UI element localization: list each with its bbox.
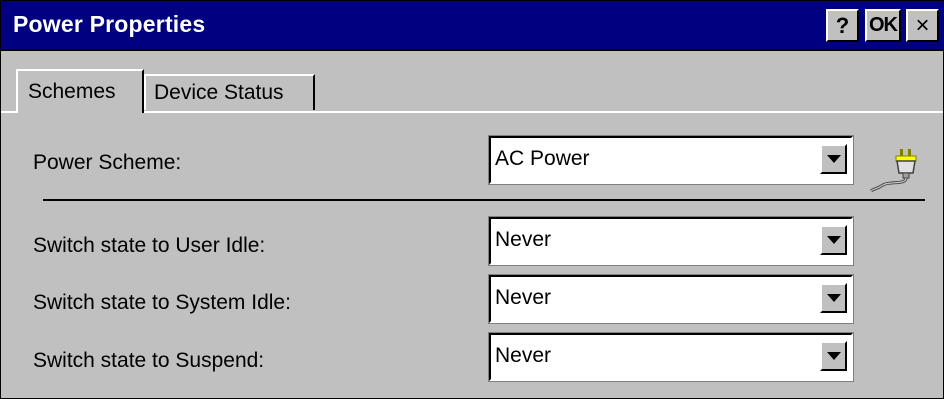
user-idle-label: Switch state to User Idle: [33,234,266,257]
chevron-down-icon[interactable] [820,225,847,255]
power-scheme-value: AC Power [495,147,590,170]
suspend-value: Never [495,344,552,367]
user-idle-dropdown[interactable]: Never [488,216,854,266]
system-idle-value: Never [495,286,552,309]
chevron-down-icon[interactable] [820,144,847,174]
title-bar[interactable]: Power Properties ? OK × [1,1,943,51]
help-button[interactable]: ? [826,9,859,42]
system-idle-dropdown[interactable]: Never [488,274,854,324]
tab-label: Device Status [154,81,284,104]
suspend-dropdown[interactable]: Never [488,332,854,382]
suspend-label: Switch state to Suspend: [33,349,265,372]
power-scheme-dropdown[interactable]: AC Power [488,135,854,185]
ok-button[interactable]: OK [865,9,901,42]
power-scheme-label: Power Scheme: [33,151,182,174]
chevron-down-icon[interactable] [820,283,847,313]
tab-label: Schemes [28,80,116,103]
separator [43,199,925,201]
close-button[interactable]: × [906,9,939,42]
power-plug-icon [869,149,917,193]
tab-device-status[interactable]: Device Status [144,74,315,110]
window-title: Power Properties [13,11,206,37]
tab-schemes[interactable]: Schemes [16,69,144,113]
system-idle-label: Switch state to System Idle: [33,291,291,314]
chevron-down-icon[interactable] [820,341,847,371]
user-idle-value: Never [495,228,552,251]
power-properties-window: Power Properties ? OK × Device Status Sc… [0,0,944,399]
